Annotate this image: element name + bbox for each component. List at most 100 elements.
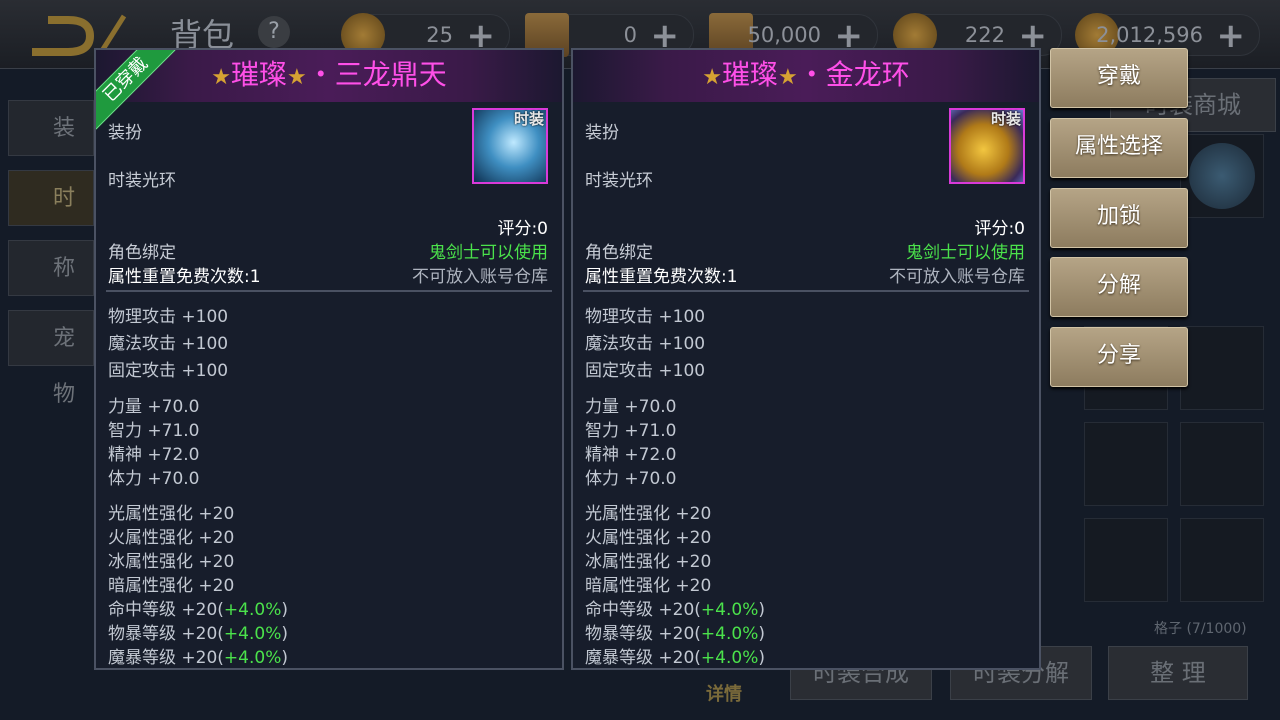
rating-text: 魔暴等级 +20( [585,648,701,668]
stat-line: 暗属性强化 +20 [108,576,235,596]
inventory-slot[interactable] [1180,326,1264,410]
rating-line: 物暴等级 +20(+4.0%) [585,619,765,644]
storage-note: 不可放入账号仓库 [412,267,548,287]
class-usable: 鬼剑士可以使用 [906,243,1025,263]
tab-equipment[interactable]: 装备 [8,100,94,197]
wear-button[interactable]: 穿戴 [1050,48,1188,108]
rating-text: 物暴等级 +20( [108,624,224,644]
tab-pet[interactable]: 宠物 [8,310,94,407]
rating-close: ) [758,600,765,620]
stat-line: 体力 +70.0 [108,469,200,489]
rating-bonus: +4.0% [700,624,759,644]
stat-line: 体力 +70.0 [585,469,677,489]
stat-line: 冰属性强化 +20 [585,552,712,572]
stat-line: 智力 +71.0 [108,421,200,441]
item-type: 装扮 [108,123,142,143]
rating-line: 物暴等级 +20(+4.0%) [108,619,288,644]
stat-line: 光属性强化 +20 [585,504,712,524]
bind-status: 角色绑定 [108,243,176,263]
add-currency-button[interactable]: + [1217,16,1246,56]
bind-status: 角色绑定 [585,243,653,263]
star-icon: ★ [778,65,798,90]
stat-line: 固定攻击 +100 [108,361,229,381]
detail-link[interactable]: 详情 [706,680,742,706]
stat-line: 精神 +72.0 [108,445,200,465]
item-score: 评分:0 [497,219,548,239]
rating-bonus: +4.0% [223,600,282,620]
item-rarity: 璀璨 [230,58,287,91]
currency-value: 222 [964,23,1005,47]
item-subtype: 时装光环 [585,171,653,191]
stat-line: 精神 +72.0 [585,445,677,465]
inventory-slot[interactable] [1084,422,1168,506]
stat-line: 智力 +71.0 [585,421,677,441]
ice-dragon-icon: 时装 [472,108,548,184]
item-name: ・三龙鼎天 [306,58,447,91]
divider [106,290,552,292]
rating-text: 命中等级 +20( [108,600,224,620]
stat-line: 火属性强化 +20 [585,528,712,548]
item-name-header: ★璀璨★・金龙环 [573,50,1039,103]
fashion-tag: 时装 [990,110,1021,128]
inventory-slot[interactable] [1180,518,1264,602]
rating-bonus: +4.0% [700,648,759,668]
inventory-slot[interactable] [1180,422,1264,506]
star-icon: ★ [702,65,722,90]
golden-dragon-icon: 时装 [949,108,1025,184]
rating-text: 物暴等级 +20( [585,624,701,644]
lock-button[interactable]: 加锁 [1050,188,1188,248]
attribute-select-button[interactable]: 属性选择 [1050,118,1188,178]
sort-button[interactable]: 整 理 [1108,646,1248,700]
stat-line: 暗属性强化 +20 [585,576,712,596]
rating-bonus: +4.0% [223,624,282,644]
divider [583,290,1029,292]
item-name: ・金龙环 [797,58,910,91]
class-usable: 鬼剑士可以使用 [429,243,548,263]
rating-line: 命中等级 +20(+4.0%) [108,595,288,620]
tooltip-body: 时装 装扮 时装光环 评分:0 角色绑定 鬼剑士可以使用 属性重置免费次数:1 … [96,102,562,668]
rating-bonus: +4.0% [223,648,282,668]
tab-title[interactable]: 称号 [8,240,94,337]
rating-line: 命中等级 +20(+4.0%) [585,595,765,620]
rating-close: ) [281,624,288,644]
stat-line: 魔法攻击 +100 [585,334,706,354]
reset-count: 属性重置免费次数:1 [108,267,261,287]
rating-text: 魔暴等级 +20( [108,648,224,668]
storage-note: 不可放入账号仓库 [889,267,1025,287]
stat-line: 力量 +70.0 [108,397,200,417]
currency-value: 2,012,596 [1096,23,1203,47]
rating-line: 魔暴等级 +20(+4.0%) [108,643,288,668]
item-rarity: 璀璨 [721,58,778,91]
stat-line: 冰属性强化 +20 [108,552,235,572]
item-score: 评分:0 [974,219,1025,239]
inventory-slot[interactable] [1180,134,1264,218]
stat-line: 固定攻击 +100 [585,361,706,381]
item-tooltip-equipped: 已穿戴 ★璀璨★・三龙鼎天 时装 装扮 时装光环 评分:0 角色绑定 鬼剑士可以… [94,48,564,670]
slot-count: 格子 (7/1000) [1154,621,1247,637]
star-icon: ★ [211,65,231,90]
stat-line: 物理攻击 +100 [585,307,706,327]
stat-line: 物理攻击 +100 [108,307,229,327]
share-button[interactable]: 分享 [1050,327,1188,387]
decompose-button[interactable]: 分解 [1050,257,1188,317]
stat-line: 火属性强化 +20 [108,528,235,548]
rating-bonus: +4.0% [700,600,759,620]
stat-line: 力量 +70.0 [585,397,677,417]
fashion-tag: 时装 [513,110,544,128]
stat-line: 光属性强化 +20 [108,504,235,524]
help-button[interactable]: ? [258,16,290,48]
rating-line: 魔暴等级 +20(+4.0%) [585,643,765,668]
bird-icon [1189,143,1255,209]
inventory-slot[interactable] [1084,518,1168,602]
tab-fashion[interactable]: 时装 [8,170,94,267]
currency-value: 50,000 [747,23,821,47]
tooltip-body: 时装 装扮 时装光环 评分:0 角色绑定 鬼剑士可以使用 属性重置免费次数:1 … [573,102,1039,668]
rating-close: ) [281,600,288,620]
rating-close: ) [758,648,765,668]
star-icon: ★ [287,65,307,90]
currency-value: 0 [623,23,637,47]
rating-close: ) [758,624,765,644]
reset-count: 属性重置免费次数:1 [585,267,738,287]
item-subtype: 时装光环 [108,171,176,191]
item-type: 装扮 [585,123,619,143]
